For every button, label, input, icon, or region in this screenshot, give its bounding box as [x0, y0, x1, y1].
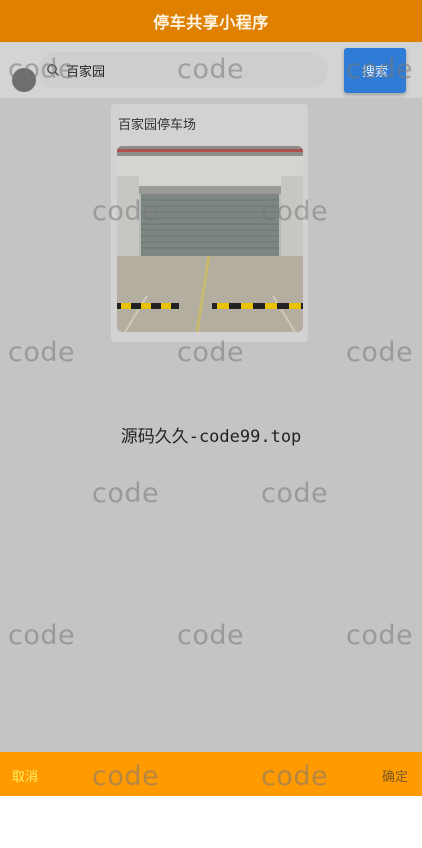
search-button[interactable]: 搜索 [344, 48, 406, 93]
site-watermark-text: 源码久久-code99.top [120, 427, 302, 447]
bottom-action-bar: 取消 确定 [0, 752, 422, 796]
search-field[interactable] [38, 52, 328, 88]
cancel-button[interactable]: 取消 [12, 766, 38, 785]
confirm-button[interactable]: 确定 [382, 766, 408, 785]
search-icon [46, 63, 60, 77]
search-input[interactable] [66, 62, 296, 78]
avatar[interactable] [12, 68, 36, 92]
app-title: 停车共享小程序 [153, 13, 269, 32]
parking-lot-card[interactable]: 百家园停车场 [111, 104, 308, 342]
bottom-blank-area [0, 796, 422, 848]
app-header: 停车共享小程序 [0, 0, 422, 42]
parking-lot-name: 百家园停车场 [118, 118, 197, 133]
parking-lot-photo[interactable] [117, 146, 303, 332]
